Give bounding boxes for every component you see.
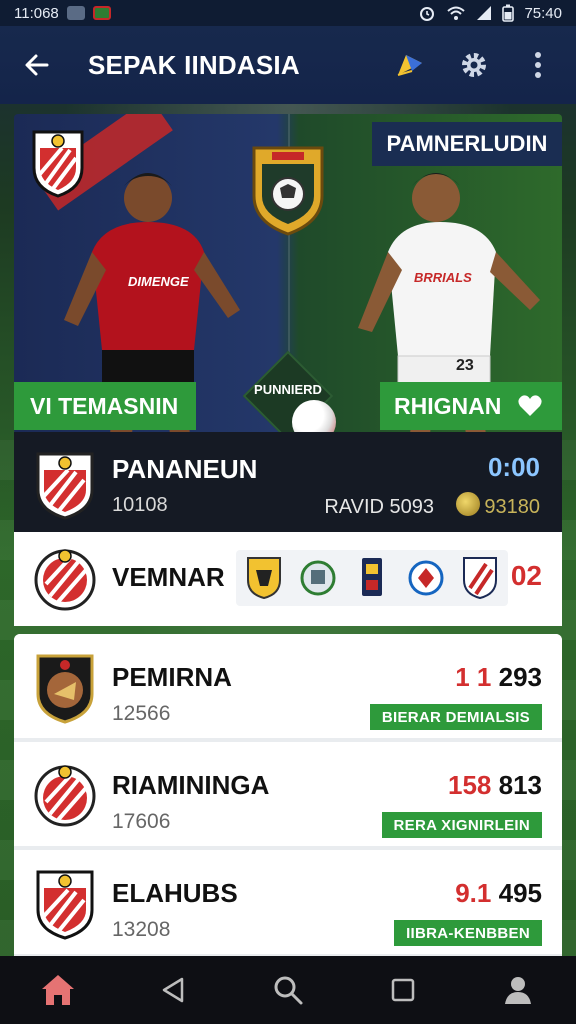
results-list: PEMIRNA 12566 1 1 293 BIERAR DEMIALSIS R… <box>14 634 562 956</box>
team-score: 9.1 495 <box>455 878 542 909</box>
app-bar: SEPAK IINDASIA <box>0 26 576 104</box>
nav-home[interactable] <box>32 964 84 1016</box>
more-vertical-icon <box>535 52 541 78</box>
club-crest-icon <box>36 452 94 520</box>
status-right-group: 75:40 <box>418 4 562 22</box>
football-icon <box>292 400 336 434</box>
score-primary: 158 <box>447 770 492 800</box>
wifi-icon <box>447 6 466 20</box>
team-meta: 12566 <box>112 702 171 725</box>
status-badge: RERA XIGNIRLEIN <box>381 812 542 838</box>
status-time-right: 75:40 <box>524 4 562 22</box>
club-crest-strip <box>236 550 508 606</box>
live-team-name: PANANEUN <box>112 454 258 484</box>
club-crest-icon <box>36 870 94 940</box>
team-name: RIAMININGA <box>112 770 270 800</box>
crest-navy-icon[interactable] <box>354 556 390 600</box>
crest-yellow-icon[interactable] <box>246 556 282 600</box>
search-icon <box>274 976 303 1005</box>
list-item[interactable]: PEMIRNA 12566 1 1 293 BIERAR DEMIALSIS <box>14 634 562 742</box>
square-icon <box>391 978 415 1002</box>
list-item[interactable]: RIAMININGA 17606 158 813 RERA XIGNIRLEIN <box>14 742 562 850</box>
away-player-name: RHIGNAN <box>394 392 502 419</box>
list-item[interactable]: ELAHUBS 13208 9.1 495 IIBRA-KENBBEN <box>14 850 562 956</box>
score-secondary: 495 <box>498 878 542 908</box>
league-row[interactable]: VEMNAR 02 <box>14 532 562 626</box>
nav-back[interactable] <box>147 964 199 1016</box>
match-round: RAVID 5093 <box>324 496 434 518</box>
team-score: 158 813 <box>448 770 542 801</box>
crest-stripes-icon[interactable] <box>462 556 498 600</box>
share-icon <box>397 55 422 76</box>
nav-recents[interactable] <box>377 964 429 1016</box>
live-team-sub: 10108 <box>112 494 168 516</box>
crest-green-icon[interactable] <box>300 556 336 600</box>
signal-icon <box>477 6 492 20</box>
status-badge: IIBRA-KENBBEN <box>394 920 542 946</box>
team-score: 1 1 293 <box>455 662 542 693</box>
match-hero-banner[interactable]: PAMNERLUDIN DIMENGE BRRIALS 23 PUNNIERD … <box>14 114 562 434</box>
home-player-name: VI TEMASNIN <box>14 382 196 430</box>
nav-search[interactable] <box>262 964 314 1016</box>
club-crest-icon <box>36 654 94 724</box>
team-name: PEMIRNA <box>112 662 232 692</box>
share-button[interactable] <box>392 47 428 83</box>
away-player-name-tab[interactable]: RHIGNAN <box>380 382 562 430</box>
arrow-left-icon <box>25 54 49 76</box>
score-secondary: 293 <box>498 662 542 692</box>
team-meta: 13208 <box>112 918 171 941</box>
live-match-row[interactable]: PANANEUN 10108 0:00 RAVID 5093 93180 <box>14 432 562 532</box>
team-name: ELAHUBS <box>112 878 238 908</box>
match-points: 93180 <box>484 496 540 518</box>
score-primary: 1 1 <box>455 662 492 692</box>
back-triangle-icon <box>162 977 184 1003</box>
score-secondary: 813 <box>498 770 542 800</box>
status-time-left: 11:068 <box>14 4 59 22</box>
player-left-jersey-text: DIMENGE <box>128 274 189 289</box>
club-crest-icon <box>34 765 96 827</box>
gear-icon <box>462 53 486 77</box>
page-title: SEPAK IINDASIA <box>88 49 300 80</box>
league-name: VEMNAR <box>112 562 225 592</box>
versus-label: PUNNIERD <box>254 382 322 397</box>
match-clock: 0:00 <box>487 452 540 482</box>
bottom-navigation <box>0 956 576 1024</box>
status-bar: 11:068 75:40 <box>0 0 576 26</box>
notification-icon <box>66 6 85 20</box>
player-right-jersey-number: 23 <box>456 357 474 374</box>
battery-icon <box>502 4 515 22</box>
home-icon <box>41 975 74 1005</box>
player-right-jersey-text: BRRIALS <box>414 270 472 285</box>
alarm-icon <box>420 7 435 21</box>
league-crest-icon <box>252 146 324 236</box>
crest-red-icon[interactable] <box>408 556 444 600</box>
settings-button[interactable] <box>456 47 492 83</box>
score-primary: 9.1 <box>455 878 492 908</box>
app-bar-actions <box>392 47 556 83</box>
more-button[interactable] <box>520 47 556 83</box>
profile-icon <box>505 977 532 1004</box>
flag-notification-icon <box>92 6 111 20</box>
heart-icon[interactable] <box>517 394 543 418</box>
club-crest-icon <box>34 549 96 611</box>
league-number: 02 <box>510 560 542 591</box>
medal-icon <box>456 492 480 516</box>
status-badge: BIERAR DEMIALSIS <box>369 704 542 730</box>
back-button[interactable] <box>20 48 54 82</box>
team-meta: 17606 <box>112 810 171 833</box>
nav-profile[interactable] <box>492 964 544 1016</box>
